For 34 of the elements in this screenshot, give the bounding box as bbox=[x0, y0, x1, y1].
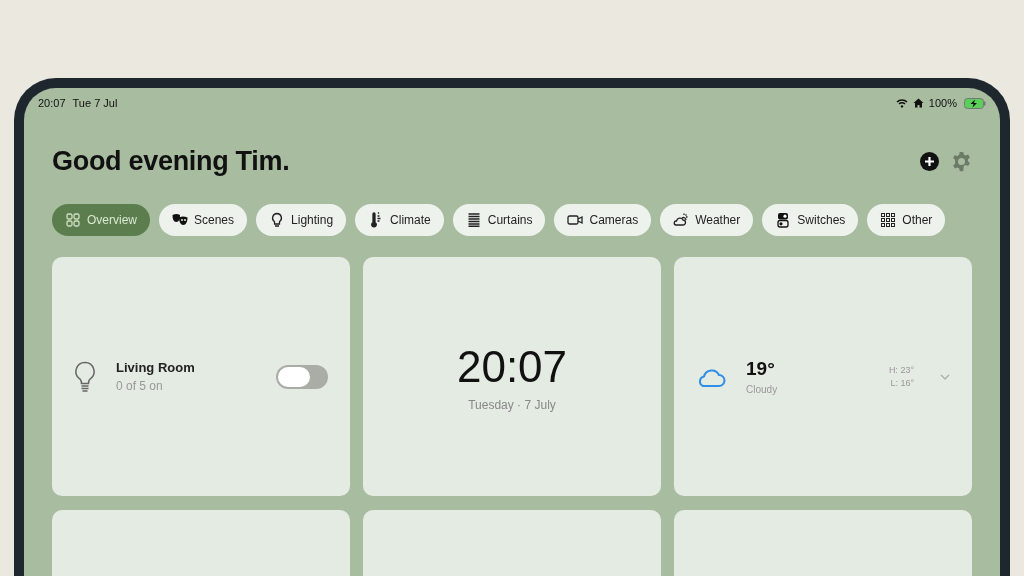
video-camera-icon bbox=[567, 212, 584, 228]
category-tab[interactable]: Cameras bbox=[554, 204, 652, 236]
status-date: Tue 7 Jul bbox=[72, 97, 118, 109]
chevron-down-icon[interactable] bbox=[940, 373, 950, 380]
weather-condition: Cloudy bbox=[746, 384, 778, 395]
room-name: Living Room bbox=[116, 360, 195, 375]
greeting-heading: Good evening Tim. bbox=[52, 145, 290, 177]
clock-date: Tuesday · 7 July bbox=[468, 397, 556, 412]
theatre-masks-icon bbox=[172, 212, 188, 228]
category-tab[interactable]: Switches bbox=[762, 204, 859, 236]
room-toggle[interactable] bbox=[276, 364, 328, 389]
grid-icon bbox=[880, 212, 897, 228]
battery-percent: 100% bbox=[928, 97, 957, 109]
temperature: 19° bbox=[746, 358, 776, 380]
category-tab[interactable]: Climate bbox=[355, 204, 444, 236]
home-icon bbox=[912, 98, 924, 108]
high-temperature: H: 23° bbox=[888, 365, 914, 375]
switches-icon bbox=[775, 212, 792, 228]
sun-cloud-icon bbox=[673, 212, 690, 228]
wifi-icon bbox=[895, 98, 908, 108]
clock-time: 20:07 bbox=[456, 341, 568, 392]
add-button[interactable] bbox=[920, 151, 939, 171]
category-tab[interactable]: Lighting bbox=[256, 204, 347, 236]
category-tab[interactable]: Other bbox=[867, 204, 946, 236]
settings-button[interactable] bbox=[951, 150, 972, 172]
category-tab[interactable]: Overview bbox=[52, 204, 150, 236]
category-tab[interactable]: Weather bbox=[660, 204, 754, 236]
low-temperature: L: 16° bbox=[890, 378, 914, 388]
category-tab[interactable]: Scenes bbox=[159, 204, 248, 236]
status-time: 20:07 bbox=[38, 97, 66, 109]
room-status: 0 of 5 on bbox=[116, 379, 164, 393]
light-bulb-icon bbox=[74, 360, 96, 393]
category-tab[interactable]: Curtains bbox=[452, 204, 546, 236]
grid-icon bbox=[65, 212, 81, 228]
